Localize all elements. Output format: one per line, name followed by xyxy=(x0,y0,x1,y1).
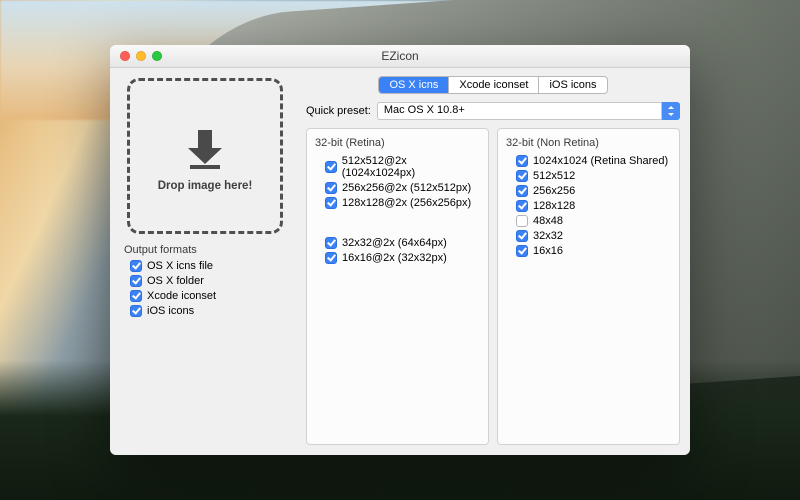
checkbox-label: 16x16 xyxy=(533,245,563,257)
checkbox[interactable] xyxy=(130,275,142,287)
chevron-up-down-icon[interactable] xyxy=(661,102,680,120)
tab-os-x-icns[interactable]: OS X icns xyxy=(379,77,449,93)
nonretina-panel: 32-bit (Non Retina) 1024x1024 (Retina Sh… xyxy=(497,128,680,445)
output-formats-list: OS X icns file OS X folder Xcode iconset iO… xyxy=(120,260,290,317)
checkbox[interactable] xyxy=(516,230,528,242)
checkbox-row[interactable]: 128x128@2x (256x256px) xyxy=(325,197,480,209)
checkbox[interactable] xyxy=(325,252,337,264)
checkbox[interactable] xyxy=(516,245,528,257)
retina-panel: 32-bit (Retina) 512x512@2x (1024x1024px)… xyxy=(306,128,489,445)
tab-ios-icons[interactable]: iOS icons xyxy=(539,77,606,93)
checkbox-label: 128x128 xyxy=(533,200,575,212)
checkbox-row[interactable]: 32x32@2x (64x64px) xyxy=(325,237,480,249)
checkbox[interactable] xyxy=(516,155,528,167)
checkbox-label: OS X folder xyxy=(147,275,204,287)
dropzone-label: Drop image here! xyxy=(158,180,253,192)
window-title: EZicon xyxy=(110,49,690,63)
checkbox-row[interactable]: 512x512@2x (1024x1024px) xyxy=(325,155,480,179)
checkbox-row[interactable]: 16x16 xyxy=(516,245,671,257)
tab-xcode-iconset[interactable]: Xcode iconset xyxy=(449,77,539,93)
checkbox[interactable] xyxy=(130,260,142,272)
checkbox-label: 32x32@2x (64x64px) xyxy=(342,237,447,249)
checkbox-label: 48x48 xyxy=(533,215,563,227)
checkbox-row[interactable]: iOS icons xyxy=(130,305,290,317)
checkbox[interactable] xyxy=(325,182,337,194)
retina-heading: 32-bit (Retina) xyxy=(315,137,480,149)
maximize-icon[interactable] xyxy=(152,51,162,61)
checkbox-label: 256x256@2x (512x512px) xyxy=(342,182,471,194)
checkbox[interactable] xyxy=(325,237,337,249)
close-icon[interactable] xyxy=(120,51,130,61)
nonretina-heading: 32-bit (Non Retina) xyxy=(506,137,671,149)
preset-label: Quick preset: xyxy=(306,105,371,117)
checkbox-label: 512x512@2x (1024x1024px) xyxy=(342,155,480,179)
checkbox-label: OS X icns file xyxy=(147,260,213,272)
drop-image-zone[interactable]: Drop image here! xyxy=(127,78,283,234)
titlebar[interactable]: EZicon xyxy=(110,45,690,68)
checkbox-row[interactable]: 256x256@2x (512x512px) xyxy=(325,182,480,194)
preset-value: Mac OS X 10.8+ xyxy=(377,102,680,120)
checkbox-row[interactable]: 128x128 xyxy=(516,200,671,212)
preset-select[interactable]: Mac OS X 10.8+ xyxy=(377,102,680,120)
checkbox-label: 512x512 xyxy=(533,170,575,182)
checkbox[interactable] xyxy=(516,215,528,227)
desktop-background: EZicon Drop image here! Output formats O… xyxy=(0,0,800,500)
checkbox[interactable] xyxy=(516,170,528,182)
checkbox[interactable] xyxy=(516,185,528,197)
checkbox-label: 16x16@2x (32x32px) xyxy=(342,252,447,264)
checkbox-row[interactable]: 48x48 xyxy=(516,215,671,227)
checkbox[interactable] xyxy=(325,161,337,173)
retina-list-2: 32x32@2x (64x64px) 16x16@2x (32x32px) xyxy=(315,237,480,264)
checkbox-row[interactable]: 16x16@2x (32x32px) xyxy=(325,252,480,264)
checkbox-row[interactable]: OS X folder xyxy=(130,275,290,287)
retina-list-1: 512x512@2x (1024x1024px) 256x256@2x (512x… xyxy=(315,155,480,209)
checkbox-label: 32x32 xyxy=(533,230,563,242)
checkbox[interactable] xyxy=(325,197,337,209)
output-formats-heading: Output formats xyxy=(124,244,290,256)
checkbox-row[interactable]: 256x256 xyxy=(516,185,671,197)
checkbox-label: iOS icons xyxy=(147,305,194,317)
format-tabs: OS X icnsXcode iconsetiOS icons xyxy=(378,76,607,94)
checkbox[interactable] xyxy=(130,305,142,317)
checkbox[interactable] xyxy=(130,290,142,302)
minimize-icon[interactable] xyxy=(136,51,146,61)
checkbox-label: 256x256 xyxy=(533,185,575,197)
app-window: EZicon Drop image here! Output formats O… xyxy=(110,45,690,455)
download-arrow-icon xyxy=(182,126,228,172)
checkbox-row[interactable]: 512x512 xyxy=(516,170,671,182)
checkbox-label: 128x128@2x (256x256px) xyxy=(342,197,471,209)
checkbox-row[interactable]: 1024x1024 (Retina Shared) xyxy=(516,155,671,167)
nonretina-list: 1024x1024 (Retina Shared) 512x512 256x256 1… xyxy=(506,155,671,257)
checkbox[interactable] xyxy=(516,200,528,212)
checkbox-label: Xcode iconset xyxy=(147,290,216,302)
checkbox-label: 1024x1024 (Retina Shared) xyxy=(533,155,668,167)
checkbox-row[interactable]: OS X icns file xyxy=(130,260,290,272)
checkbox-row[interactable]: 32x32 xyxy=(516,230,671,242)
checkbox-row[interactable]: Xcode iconset xyxy=(130,290,290,302)
